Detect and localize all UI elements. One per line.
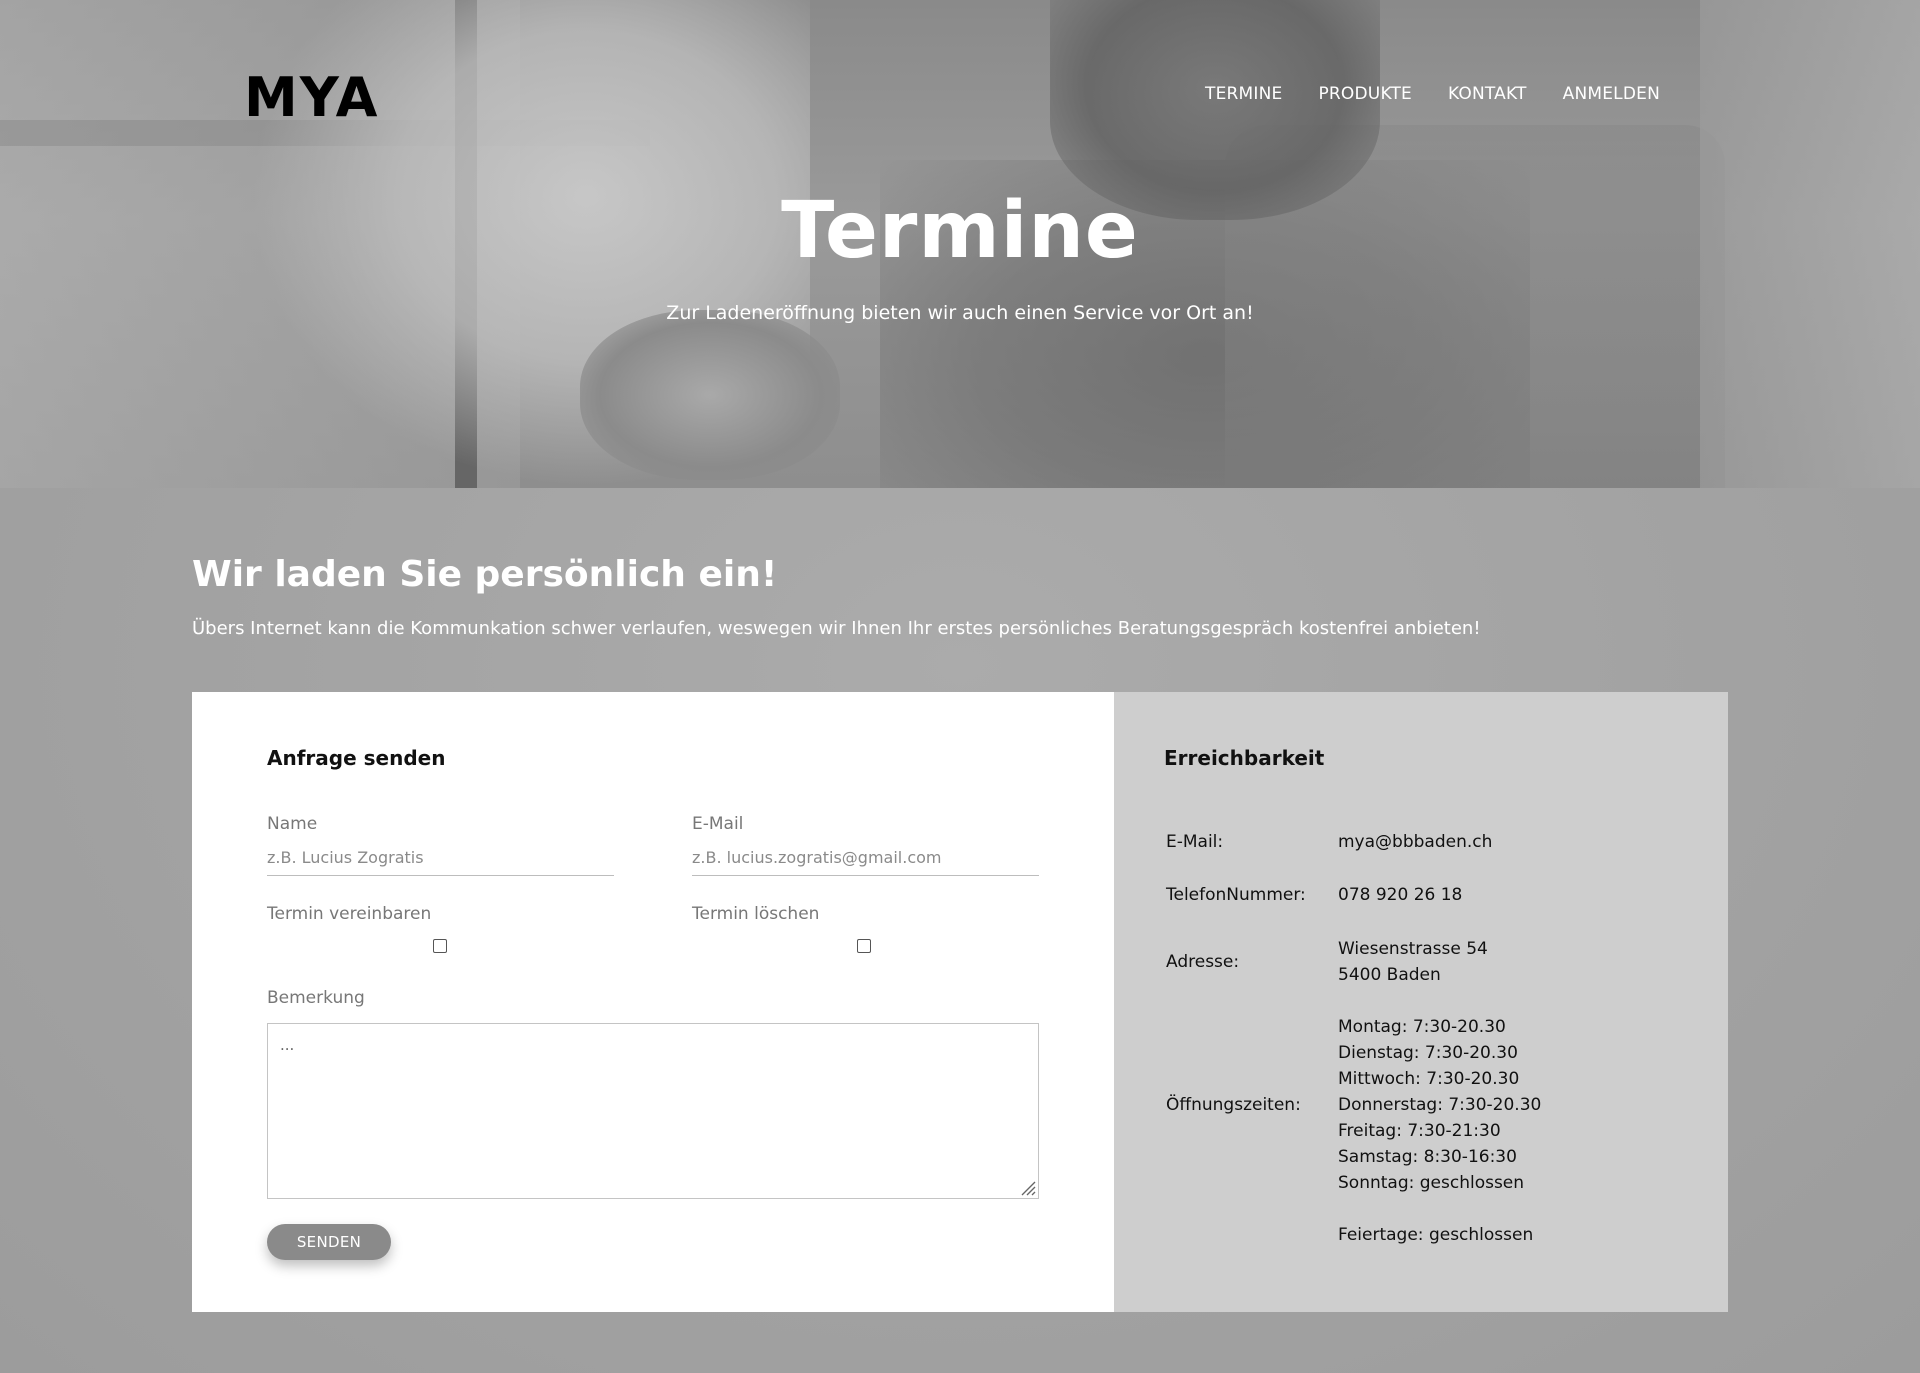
email-input[interactable] [692, 848, 1039, 876]
hours-sunday: Sonntag: geschlossen [1338, 1173, 1525, 1193]
phone-info-label: TelefonNummer: [1166, 885, 1306, 905]
phone-info-value: 078 920 26 18 [1338, 885, 1463, 905]
name-label: Name [267, 814, 318, 834]
nav-anmelden[interactable]: ANMELDEN [1563, 84, 1660, 104]
hours-friday: Freitag: 7:30-21:30 [1338, 1121, 1501, 1141]
address-info-label: Adresse: [1166, 952, 1240, 972]
hours-tuesday: Dienstag: 7:30-20.30 [1338, 1043, 1518, 1063]
main-nav: TERMINE PRODUKTE KONTAKT ANMELDEN [1205, 84, 1660, 104]
form-title: Anfrage senden [267, 746, 446, 770]
remark-textarea[interactable] [267, 1023, 1039, 1199]
email-label: E-Mail [692, 814, 744, 834]
address-line-1: Wiesenstrasse 54 [1338, 939, 1488, 959]
contact-info-card: Erreichbarkeit E-Mail: mya@bbbaden.ch Te… [1114, 692, 1728, 1312]
remark-label: Bemerkung [267, 988, 365, 1008]
main-section: Wir laden Sie persönlich ein! Übers Inte… [0, 488, 1920, 1373]
page-title: Termine [781, 186, 1139, 276]
book-appointment-label: Termin vereinbaren [267, 904, 432, 924]
info-title: Erreichbarkeit [1164, 746, 1325, 770]
address-line-2: 5400 Baden [1338, 965, 1441, 985]
background-handshake [580, 310, 840, 480]
resize-grip-icon[interactable] [1018, 1178, 1036, 1196]
name-input[interactable] [267, 848, 614, 876]
request-form-card: Anfrage senden Name E-Mail Termin verein… [192, 692, 1114, 1312]
email-info-value: mya@bbbaden.ch [1338, 832, 1493, 852]
nav-termine[interactable]: TERMINE [1205, 84, 1282, 104]
hours-wednesday: Mittwoch: 7:30-20.30 [1338, 1069, 1520, 1089]
send-button[interactable]: SENDEN [267, 1224, 391, 1260]
intro-headline: Wir laden Sie persönlich ein! [192, 554, 778, 595]
nav-produkte[interactable]: PRODUKTE [1318, 84, 1412, 104]
hours-saturday: Samstag: 8:30-16:30 [1338, 1147, 1517, 1167]
nav-kontakt[interactable]: KONTAKT [1448, 84, 1527, 104]
site-logo[interactable]: MYA [244, 66, 379, 129]
hours-holidays: Feiertage: geschlossen [1338, 1225, 1534, 1245]
delete-appointment-label: Termin löschen [692, 904, 820, 924]
hours-thursday: Donnerstag: 7:30-20.30 [1338, 1095, 1542, 1115]
hero-banner: MYA TERMINE PRODUKTE KONTAKT ANMELDEN Te… [0, 0, 1920, 488]
hours-info-label: Öffnungszeiten: [1166, 1095, 1301, 1115]
intro-text: Übers Internet kann die Kommunkation sch… [192, 618, 1481, 639]
book-appointment-checkbox[interactable] [433, 939, 447, 953]
email-info-label: E-Mail: [1166, 832, 1224, 852]
page-subtitle: Zur Ladeneröffnung bieten wir auch einen… [666, 302, 1254, 324]
delete-appointment-checkbox[interactable] [857, 939, 871, 953]
hours-monday: Montag: 7:30-20.30 [1338, 1017, 1506, 1037]
